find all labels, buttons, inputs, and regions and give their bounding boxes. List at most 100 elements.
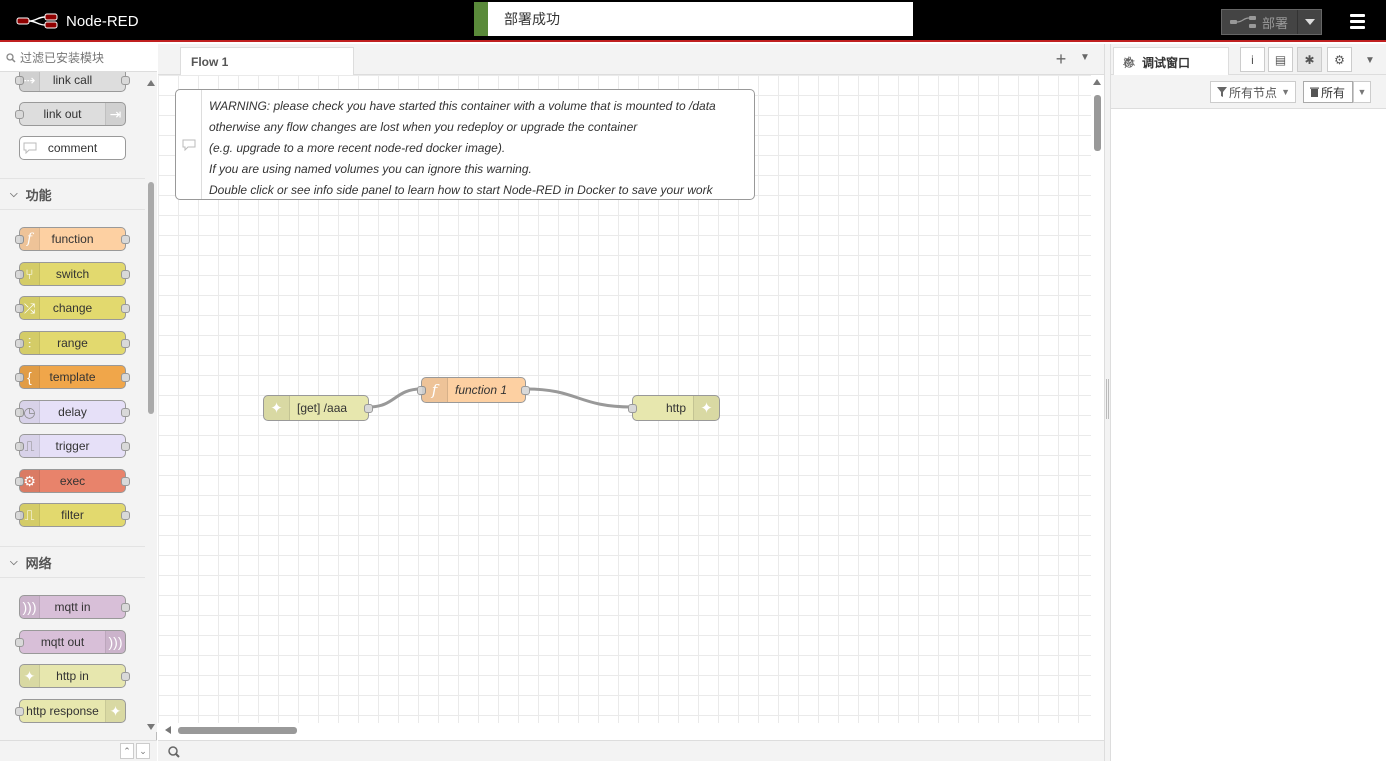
chevron-down-icon: ⌵	[10, 556, 18, 568]
speech-bubble-icon	[176, 90, 202, 199]
output-port[interactable]	[364, 404, 373, 413]
palette-node-link-call[interactable]: ⇢ link call	[15, 72, 130, 92]
tab-label: Flow 1	[191, 55, 229, 69]
palette-node-comment[interactable]: comment	[19, 136, 126, 160]
filter-nodes-button[interactable]: 所有节点 ▼	[1210, 81, 1296, 103]
comment-node[interactable]: WARNING: please check you have started t…	[175, 89, 755, 200]
deploy-button[interactable]: 部署	[1221, 9, 1322, 35]
bug-icon: 🐞︎	[1122, 56, 1136, 69]
link-call-icon: ⇢	[20, 72, 40, 91]
app-title: Node-RED	[66, 12, 139, 30]
scroll-down-arrow-icon[interactable]	[147, 724, 155, 730]
flow-node-http-in[interactable]: ✦ [get] /aaa	[263, 395, 373, 421]
chevron-down-icon: ⌵	[10, 188, 18, 200]
palette-node-filter[interactable]: ⎍ filter	[15, 503, 130, 527]
palette-category-network[interactable]: ⌵ 网络	[0, 546, 145, 578]
palette-node-http-response[interactable]: http response ✦	[15, 699, 126, 723]
canvas-horizontal-scrollbar-thumb[interactable]	[178, 727, 297, 734]
deploy-menu-button[interactable]	[1297, 10, 1321, 34]
palette-search-input[interactable]	[20, 50, 150, 65]
range-icon: ⫶	[20, 332, 40, 354]
scroll-left-arrow-icon[interactable]	[165, 726, 171, 734]
caret-down-icon: ▼	[1281, 87, 1290, 97]
collapse-all-icon[interactable]: ⌃	[120, 743, 134, 759]
tab-debug[interactable]: 🐞︎ 调试窗口	[1113, 47, 1229, 76]
flow-canvas[interactable]: WARNING: please check you have started t…	[158, 75, 1091, 723]
gear-icon[interactable]: ⚙	[1327, 47, 1352, 72]
flow-node-function[interactable]: f function 1	[417, 377, 530, 403]
palette-node-mqtt-out[interactable]: mqtt out )))	[15, 630, 126, 654]
chevron-down-icon[interactable]: ▼	[1365, 55, 1375, 66]
comment-line: WARNING: please check you have started t…	[209, 99, 716, 113]
switch-icon: ⑂	[20, 263, 40, 285]
scroll-up-arrow-icon[interactable]	[1093, 79, 1101, 85]
add-flow-icon[interactable]: +	[1053, 49, 1069, 70]
output-port	[121, 603, 130, 612]
flow-node-http-response[interactable]: http ✦	[628, 395, 720, 421]
globe-icon: ✦	[20, 665, 40, 687]
palette-node-label: http response	[26, 704, 99, 718]
sidebar-splitter[interactable]	[1104, 44, 1111, 761]
canvas-horizontal-scrollbar[interactable]	[158, 723, 1091, 738]
output-port	[121, 442, 130, 451]
notification-banner[interactable]: 部署成功	[474, 2, 913, 36]
debug-messages-area[interactable]	[1111, 109, 1386, 761]
palette-node-delay[interactable]: ◷ delay	[15, 400, 130, 424]
workspace-tabs: Flow 1 + ▼	[158, 44, 1104, 76]
hamburger-icon-bar	[1349, 19, 1365, 23]
clear-messages-button[interactable]: 所有	[1303, 81, 1353, 103]
speech-bubble-icon	[20, 137, 40, 159]
category-title: 功能	[25, 187, 52, 203]
palette-category-function[interactable]: ⌵ 功能	[0, 178, 145, 210]
flow-node-label: [get] /aaa	[297, 401, 348, 415]
palette: ⇢ link call link out ⇥ comment ⌵ 功能 f fu…	[0, 44, 157, 761]
main-menu-button[interactable]	[1346, 10, 1368, 32]
globe-icon: ✦	[264, 396, 290, 420]
palette-node-trigger[interactable]: ⎍ trigger	[15, 434, 130, 458]
palette-node-link-out[interactable]: link out ⇥	[15, 102, 126, 126]
flow-node-label: function 1	[455, 383, 508, 397]
palette-node-switch[interactable]: ⑂ switch	[15, 262, 130, 286]
input-port	[15, 110, 24, 119]
palette-node-range[interactable]: ⫶ range	[15, 331, 130, 355]
palette-node-function[interactable]: f function	[15, 227, 130, 251]
palette-node-http-in[interactable]: ✦ http in	[19, 664, 130, 688]
comment-line: (e.g. upgrade to a more recent node-red …	[209, 141, 506, 155]
trash-icon	[1310, 87, 1319, 97]
output-port	[121, 672, 130, 681]
category-title: 网络	[25, 555, 52, 571]
hamburger-icon-bar	[1349, 13, 1365, 17]
input-port	[15, 638, 24, 647]
canvas-vertical-scrollbar-thumb[interactable]	[1094, 95, 1101, 151]
bug-icon[interactable]: ✱	[1297, 47, 1322, 72]
scroll-up-arrow-icon[interactable]	[147, 80, 155, 86]
chevron-down-icon[interactable]: ▼	[1080, 52, 1090, 63]
output-port	[121, 339, 130, 348]
search-icon[interactable]	[166, 744, 182, 760]
palette-node-change[interactable]: ⤮ change	[15, 296, 130, 320]
clear-options-button[interactable]: ▼	[1353, 81, 1371, 103]
shuffle-icon: ⤮	[20, 297, 40, 319]
node-red-logo-icon	[16, 13, 58, 29]
input-port[interactable]	[628, 404, 637, 413]
info-icon[interactable]: i	[1240, 47, 1265, 72]
tab-flow-1[interactable]: Flow 1	[180, 47, 354, 76]
book-icon[interactable]: ▤	[1268, 47, 1293, 72]
deploy-label: 部署	[1262, 15, 1289, 31]
palette-search	[0, 44, 157, 72]
palette-scrollbar-thumb[interactable]	[148, 182, 154, 414]
workspace: Flow 1 + ▼ WARNING: please check you hav…	[158, 44, 1104, 761]
filter-icon	[1217, 87, 1227, 97]
palette-node-mqtt-in[interactable]: ))) mqtt in	[19, 595, 130, 619]
search-icon	[6, 52, 16, 63]
braces-icon: {	[20, 366, 40, 388]
expand-all-icon[interactable]: ⌄	[136, 743, 150, 759]
palette-node-exec[interactable]: ⚙ exec	[15, 469, 130, 493]
comment-line: Double click or see info side panel to l…	[209, 183, 713, 197]
drag-handle-icon[interactable]	[1106, 379, 1109, 419]
palette-scrollbar[interactable]	[145, 72, 157, 732]
canvas-vertical-scrollbar[interactable]	[1091, 75, 1104, 723]
output-port[interactable]	[521, 386, 530, 395]
palette-node-template[interactable]: { template	[15, 365, 130, 389]
header-bar: Node-RED 部署成功 部署	[0, 0, 1386, 42]
